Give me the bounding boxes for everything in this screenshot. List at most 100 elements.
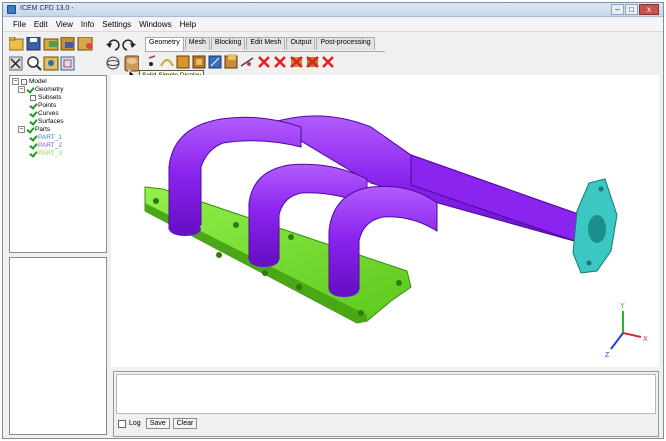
maximize-button[interactable]: □: [625, 4, 638, 15]
tree-item-model[interactable]: – Model: [12, 78, 47, 85]
collapse-icon[interactable]: –: [12, 78, 19, 85]
measure-icon[interactable]: [43, 56, 59, 71]
tree-label: Points: [38, 102, 57, 109]
open-icon[interactable]: [8, 36, 24, 51]
data-entry-panel: [9, 257, 107, 435]
tree-label: Parts: [35, 126, 51, 133]
checkbox-checked[interactable]: [27, 87, 33, 93]
undo-icon[interactable]: [106, 39, 120, 51]
create-curve-icon[interactable]: [160, 59, 174, 67]
create-point-icon[interactable]: [148, 55, 156, 66]
checkbox-checked[interactable]: [30, 111, 36, 117]
tab-strip: Geometry Mesh Blocking Edit Mesh Output …: [145, 37, 376, 51]
tree-label: Model: [29, 78, 47, 85]
create-body-icon[interactable]: [192, 55, 206, 69]
message-log: [116, 374, 656, 414]
fit-window-icon[interactable]: [60, 56, 75, 71]
tree-item-part3[interactable]: PART_3: [30, 150, 62, 157]
menu-info[interactable]: Info: [77, 18, 98, 31]
tree-label: Surfaces: [38, 118, 64, 125]
tab-geometry[interactable]: Geometry: [145, 37, 184, 51]
clear-button[interactable]: Clear: [172, 418, 198, 429]
tree-item-curves[interactable]: Curves: [30, 110, 59, 117]
checkbox-checked[interactable]: [30, 151, 36, 157]
axis-z-label: Z: [605, 352, 610, 359]
outlet-flange[interactable]: [572, 178, 618, 274]
message-window: Log Save Clear: [113, 371, 659, 437]
save-geometry-icon[interactable]: [60, 36, 75, 51]
tree-item-points[interactable]: Points: [30, 102, 56, 109]
delete-curve-icon[interactable]: [274, 56, 286, 68]
checkbox-checked[interactable]: [27, 127, 33, 133]
tree-label: PART_2: [38, 142, 62, 149]
app-icon: [7, 5, 16, 14]
tree-item-surfaces[interactable]: Surfaces: [30, 118, 64, 125]
axis-x-label: X: [643, 336, 648, 343]
tab-edit-mesh[interactable]: Edit Mesh: [246, 37, 286, 50]
geometry-toolbar: [145, 51, 385, 71]
minimize-button[interactable]: –: [611, 4, 624, 15]
menu-edit[interactable]: Edit: [30, 18, 52, 31]
checkbox[interactable]: [21, 78, 27, 85]
tab-blocking[interactable]: Blocking: [210, 37, 246, 50]
delete-any-entity-icon[interactable]: [322, 56, 334, 68]
restore-icon[interactable]: [240, 57, 254, 67]
menu-view[interactable]: View: [52, 18, 77, 31]
exhaust-manifold-model[interactable]: Y X Z: [111, 75, 659, 367]
wireframe-icon[interactable]: [106, 56, 120, 70]
log-label: Log: [129, 420, 141, 427]
window-title: ICEM CFD 13.0 -: [20, 5, 74, 12]
menu-file[interactable]: File: [9, 18, 30, 31]
message-controls: Log Save Clear: [118, 418, 198, 429]
tree-item-part1[interactable]: PART_1: [30, 134, 62, 141]
delete-surface-icon[interactable]: [290, 56, 303, 68]
tab-mesh[interactable]: Mesh: [184, 37, 210, 50]
tab-output[interactable]: Output: [286, 37, 316, 50]
redo-icon[interactable]: [122, 39, 136, 51]
window-controls: – □ x: [611, 4, 659, 15]
delete-point-icon[interactable]: [258, 56, 270, 68]
tab-post-processing[interactable]: Post-processing: [316, 37, 375, 50]
tree-label: Geometry: [35, 86, 64, 93]
quit-icon[interactable]: [77, 36, 93, 51]
tree-label: Subsets: [38, 94, 62, 101]
title-bar: ICEM CFD 13.0 - – □ x: [3, 3, 663, 17]
open-geometry-icon[interactable]: [43, 38, 59, 51]
close-button[interactable]: x: [639, 4, 659, 15]
save-icon[interactable]: [26, 36, 41, 51]
app-window: ICEM CFD 13.0 - – □ x File Edit View Inf…: [2, 2, 664, 439]
log-checkbox[interactable]: [118, 419, 126, 428]
save-button[interactable]: Save: [145, 418, 170, 429]
graphics-viewport[interactable]: Y X Z: [111, 75, 659, 367]
delete-body-icon[interactable]: [306, 56, 319, 68]
checkbox-checked[interactable]: [30, 119, 36, 125]
repair-geometry-icon[interactable]: [208, 55, 222, 69]
tree-item-subsets[interactable]: Subsets: [30, 94, 62, 101]
menu-windows[interactable]: Windows: [135, 18, 175, 31]
checkbox-checked[interactable]: [30, 135, 36, 141]
checkbox-checked[interactable]: [30, 103, 36, 109]
menu-settings[interactable]: Settings: [98, 18, 135, 31]
create-surface-icon[interactable]: [176, 55, 190, 69]
main-toolbar: [8, 36, 140, 73]
model-tree: – Model – Geometry Subsets Points Curves…: [9, 75, 107, 253]
collapse-icon[interactable]: –: [18, 126, 25, 133]
tree-label: PART_1: [38, 134, 62, 141]
tree-label: Curves: [38, 110, 59, 117]
menu-bar: File Edit View Info Settings Windows Hel…: [3, 18, 663, 32]
main-toolbar-icons: [8, 36, 140, 72]
checkbox[interactable]: [30, 94, 36, 101]
collapse-icon[interactable]: –: [18, 86, 25, 93]
geometry-toolbar-icons: [148, 54, 334, 69]
tree-item-geometry[interactable]: – Geometry: [18, 86, 64, 93]
checkbox-checked[interactable]: [30, 143, 36, 149]
transform-icon[interactable]: [224, 54, 238, 69]
menu-help[interactable]: Help: [176, 18, 200, 31]
tree-item-parts[interactable]: – Parts: [18, 126, 50, 133]
tree-item-part2[interactable]: PART_2: [30, 142, 62, 149]
tree-label: PART_3: [38, 150, 62, 157]
axis-triad: Y X Z: [605, 303, 648, 359]
clear-icon[interactable]: [8, 56, 23, 71]
axis-y-label: Y: [620, 303, 625, 310]
zoom-icon[interactable]: [27, 56, 42, 71]
